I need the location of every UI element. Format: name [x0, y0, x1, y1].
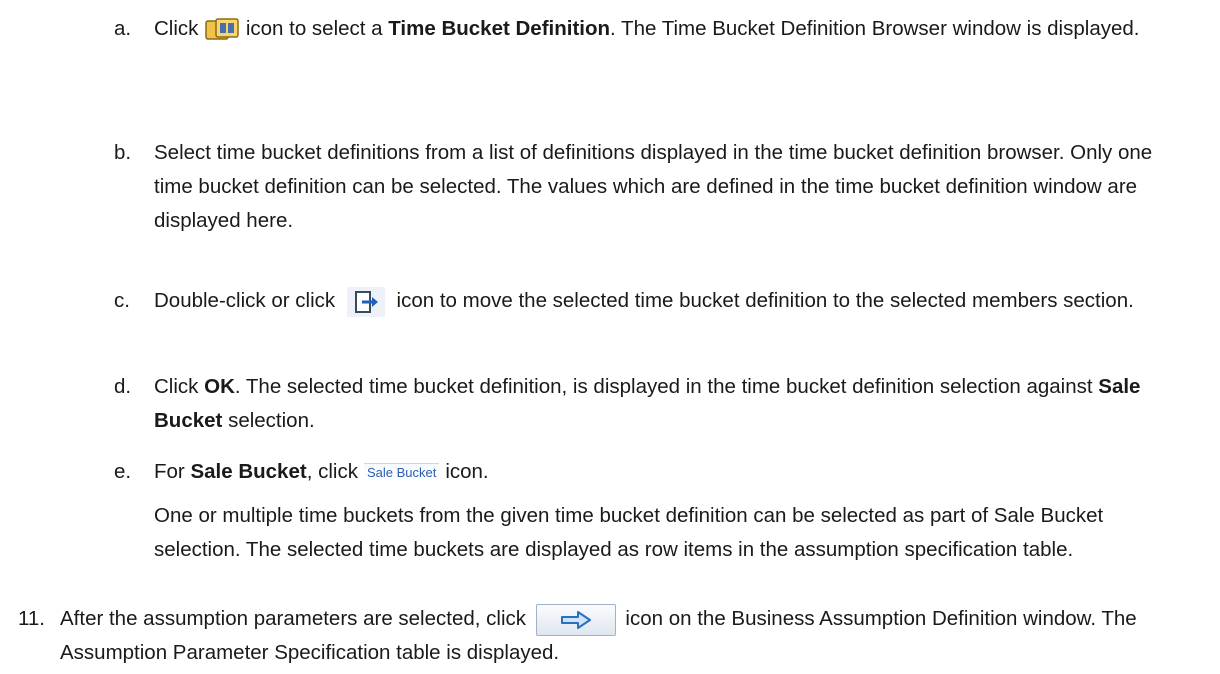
step-d-pre: Click [154, 375, 199, 398]
step-e-mid: , click [306, 460, 358, 483]
step-11-number: 11. [18, 607, 45, 630]
step-a-letter: a. [114, 17, 132, 40]
step-11-pre: After the assumption parameters are sele… [60, 607, 527, 630]
step-b: b. Select time bucket definitions from a… [114, 136, 1194, 238]
document-page: a. Click icon to select a Time Bucket De… [0, 0, 1220, 674]
step-11: 11. After the assumption parameters are … [18, 602, 1198, 670]
step-d-bold-ok: OK [204, 375, 235, 398]
step-e: e. For Sale Bucket, click Sale Bucket icon… [114, 455, 1194, 567]
step-a-pre: Click [154, 17, 199, 40]
step-d: d. Click OK. The selected time bucket de… [114, 370, 1194, 438]
next-arrow-button[interactable] [535, 603, 616, 636]
step-e-paragraph: One or multiple time buckets from the gi… [154, 504, 1104, 561]
sale-bucket-button[interactable]: Sale Bucket [363, 462, 440, 483]
step-c-letter: c. [114, 289, 130, 312]
step-b-letter: b. [114, 141, 132, 164]
step-a-bold: Time Bucket Definition [388, 17, 611, 40]
step-e-bold: Sale Bucket [190, 460, 307, 483]
step-c: c. Double-click or click icon to move th… [114, 284, 1194, 318]
step-a-post: . The Time Bucket Definition Browser win… [610, 17, 1140, 40]
step-e-pre: For [154, 460, 185, 483]
time-bucket-browser-icon[interactable] [204, 17, 240, 43]
move-selected-icon[interactable] [346, 286, 385, 317]
step-a-mid: icon to select a [245, 17, 383, 40]
step-c-post: icon to move the selected time bucket de… [396, 289, 1134, 312]
next-arrow-icon [560, 610, 591, 629]
step-a: a. Click icon to select a Time Bucket De… [114, 12, 1194, 46]
step-b-text: Select time bucket definitions from a li… [154, 141, 1153, 232]
step-e-post: icon. [445, 460, 489, 483]
step-e-letter: e. [114, 460, 132, 483]
step-d-post: selection. [228, 409, 315, 432]
step-c-pre: Double-click or click [154, 289, 336, 312]
step-d-mid: . The selected time bucket definition, i… [234, 375, 1093, 398]
step-d-letter: d. [114, 375, 132, 398]
